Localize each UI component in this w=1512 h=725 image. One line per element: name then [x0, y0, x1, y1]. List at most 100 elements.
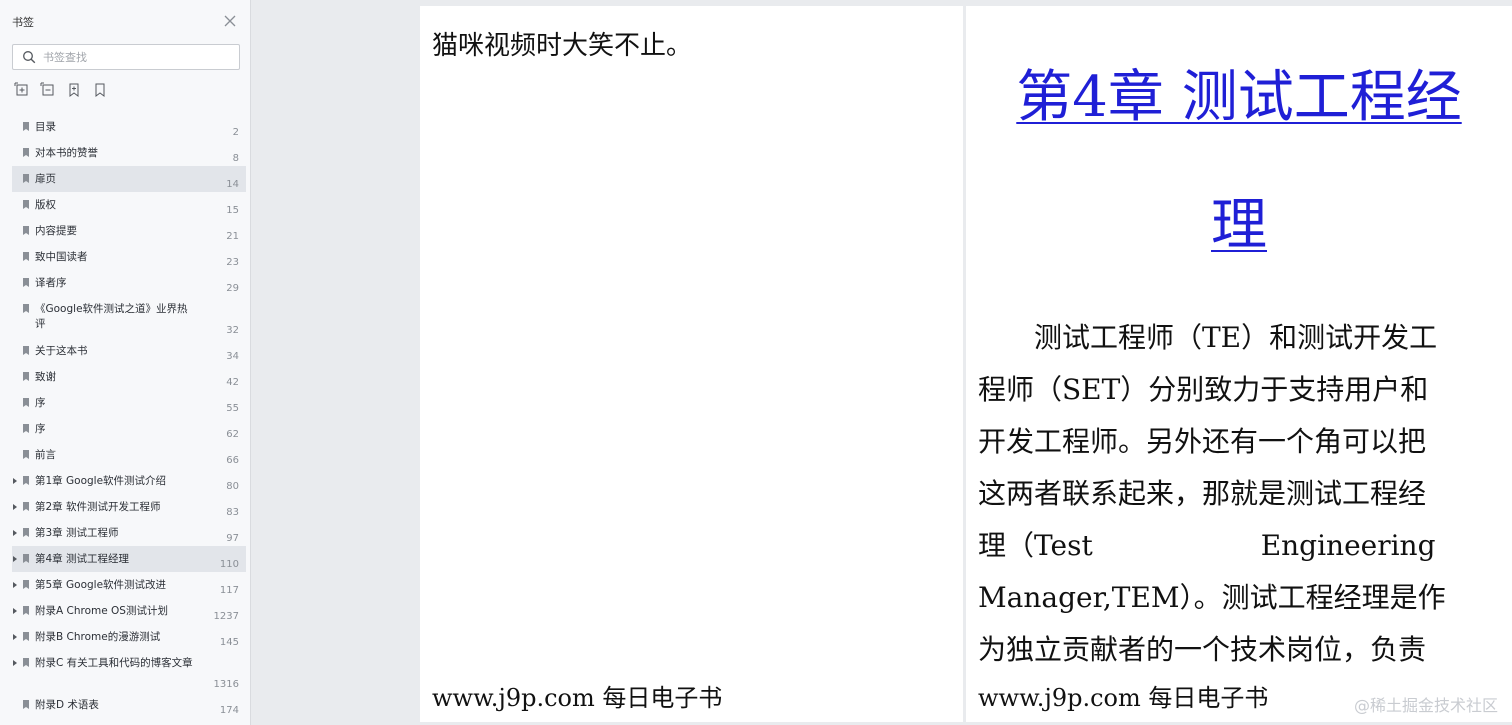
chapter-title-line1: 第4章 测试工程经 [1016, 65, 1462, 130]
bookmark-page-number: 14 [226, 179, 239, 190]
bookmark-item[interactable]: 致中国读者 23 [12, 244, 246, 270]
bookmark-item[interactable]: 译者序 29 [12, 270, 246, 296]
bookmark-label: 目录 [35, 121, 56, 133]
body-line: Manager,TEM）。测试工程经理是作 [978, 581, 1446, 614]
bookmark-item[interactable]: 扉页 14 [12, 166, 246, 192]
bookmark-label: 附录B Chrome的漫游测试 [35, 631, 161, 643]
bookmark-sidebar: 书签 目录 2 对本书的赞誉 8 扉页 14 版权 15 内容提要 21 致中国读者 23 [0, 0, 251, 725]
bookmark-item[interactable]: 前言 66 [12, 442, 246, 468]
bookmark-page-number: 174 [219, 705, 239, 716]
bookmark-page-number: 29 [226, 283, 239, 294]
book-page-left[interactable]: 猫咪视频时大笑不止。 www.j9p.com 每日电子书 [420, 6, 963, 722]
bookmark-item[interactable]: 序 55 [12, 390, 246, 416]
bookmark-item[interactable]: 附录C 有关工具和代码的博客文章 1316 [12, 650, 246, 692]
bookmark-label: 附录A Chrome OS测试计划 [35, 605, 168, 617]
bookmark-flag-icon [23, 424, 29, 433]
bookmark-label: 前言 [35, 449, 56, 461]
bookmark-flag-icon [23, 346, 29, 355]
bookmark-label: 版权 [35, 199, 56, 211]
bookmark-flag-icon [23, 174, 29, 183]
bookmark-label: 内容提要 [35, 225, 77, 237]
bookmark-item[interactable]: 附录D 术语表 174 [12, 692, 246, 718]
book-page-right[interactable]: 第4章 测试工程经理 测试工程师（TE）和测试开发工 程师（SET）分别致力于支持… [966, 6, 1512, 722]
bookmark-page-number: 110 [219, 559, 239, 570]
bookmark-item[interactable]: 第2章 软件测试开发工程师 83 [12, 494, 246, 520]
expand-arrow-icon[interactable] [13, 504, 17, 510]
bookmark-page-number: 55 [226, 403, 239, 414]
expand-arrow-icon[interactable] [13, 608, 17, 614]
bookmark-flag-icon [23, 200, 29, 209]
bookmark-item[interactable]: 第4章 测试工程经理 110 [12, 546, 246, 572]
expand-arrow-icon[interactable] [13, 530, 17, 536]
bookmark-page-number: 62 [226, 429, 239, 440]
bookmark-item[interactable]: 第5章 Google软件测试改进 117 [12, 572, 246, 598]
bookmark-item[interactable]: 版权 15 [12, 192, 246, 218]
bookmark-label: 对本书的赞誉 [35, 147, 98, 159]
bookmark-label: 第4章 测试工程经理 [35, 553, 130, 565]
bookmark-page-number: 8 [232, 153, 239, 164]
bookmark-flag-icon [23, 554, 29, 563]
bookmark-flag-icon [23, 700, 29, 709]
bookmark-page-number: 80 [226, 481, 239, 492]
bookmark-page-number: 34 [226, 351, 239, 362]
bookmark-search-box[interactable] [12, 44, 240, 70]
bookmark-page-number: 83 [226, 507, 239, 518]
bookmark-flag-icon [23, 658, 29, 667]
bookmark-item[interactable]: 目录 2 [12, 114, 246, 140]
bookmark-item[interactable]: 对本书的赞誉 8 [12, 140, 246, 166]
close-icon[interactable] [222, 13, 238, 29]
bookmark-item[interactable]: 第3章 测试工程师 97 [12, 520, 246, 546]
bookmark-label: 序 [35, 423, 46, 435]
add-bookmark-icon[interactable] [66, 82, 82, 98]
bookmark-page-number: 66 [226, 455, 239, 466]
page-footer: www.j9p.com 每日电子书 [432, 684, 723, 712]
bookmark-label: 附录C 有关工具和代码的博客文章 [35, 657, 193, 669]
body-line: 理（Test Engineering [978, 529, 1436, 562]
bookmark-item[interactable]: 附录B Chrome的漫游测试 145 [12, 624, 246, 650]
body-line: 程师（SET）分别致力于支持用户和 [978, 373, 1429, 406]
bookmark-label: 第2章 软件测试开发工程师 [35, 501, 161, 513]
bookmark-item[interactable]: 关于这本书 34 [12, 338, 246, 364]
reader-area[interactable]: 猫咪视频时大笑不止。 www.j9p.com 每日电子书 第4章 测试工程经理 … [252, 0, 1512, 725]
bookmark-label: 第5章 Google软件测试改进 [35, 579, 167, 591]
bookmark-label: 译者序 [35, 277, 67, 289]
bookmark-item[interactable]: 《Google软件测试之道》业界热评 32 [12, 296, 246, 338]
bookmark-label: 附录D 术语表 [35, 699, 99, 711]
bookmark-search-input[interactable] [43, 48, 233, 66]
bookmark-icon[interactable] [92, 82, 108, 98]
bookmark-page-number: 2 [232, 127, 239, 138]
sidebar-header: 书签 [0, 0, 251, 44]
bookmark-page-number: 15 [226, 205, 239, 216]
bookmark-flag-icon [23, 304, 29, 313]
expand-arrow-icon[interactable] [13, 478, 17, 484]
bookmark-label: 致中国读者 [35, 251, 88, 263]
bookmark-label: 第3章 测试工程师 [35, 527, 119, 539]
expand-arrow-icon[interactable] [13, 556, 17, 562]
bookmark-page-number: 23 [226, 257, 239, 268]
watermark: @稀土掘金技术社区 [1353, 696, 1498, 715]
bookmark-label: 《Google软件测试之道》业界热评 [35, 303, 188, 330]
bookmark-label: 序 [35, 397, 46, 409]
bookmark-item[interactable]: 序 62 [12, 416, 246, 442]
expand-arrow-icon[interactable] [13, 634, 17, 640]
chapter-title-link[interactable]: 第4章 测试工程经理 [966, 34, 1512, 290]
bookmark-label: 第1章 Google软件测试介绍 [35, 475, 167, 487]
bookmark-flag-icon [23, 398, 29, 407]
body-line: 这两者联系起来，那就是测试工程经 [978, 477, 1427, 510]
bookmark-item[interactable]: 致谢 42 [12, 364, 246, 390]
collapse-all-icon[interactable] [40, 82, 56, 98]
bookmark-item[interactable]: 内容提要 21 [12, 218, 246, 244]
page-footer: www.j9p.com 每日电子书 [978, 684, 1269, 712]
bookmark-flag-icon [23, 476, 29, 485]
bookmark-page-number: 97 [226, 533, 239, 544]
bookmark-page-number: 1316 [213, 679, 239, 690]
bookmark-item[interactable]: 第1章 Google软件测试介绍 80 [12, 468, 246, 494]
bookmark-label: 致谢 [35, 371, 56, 383]
bookmark-page-number: 42 [226, 377, 239, 388]
body-line: 开发工程师。另外还有一个角可以把 [978, 425, 1427, 458]
bookmark-flag-icon [23, 252, 29, 261]
expand-arrow-icon[interactable] [13, 582, 17, 588]
expand-all-icon[interactable] [14, 82, 30, 98]
bookmark-item[interactable]: 附录A Chrome OS测试计划 1237 [12, 598, 246, 624]
expand-arrow-icon[interactable] [13, 660, 17, 666]
